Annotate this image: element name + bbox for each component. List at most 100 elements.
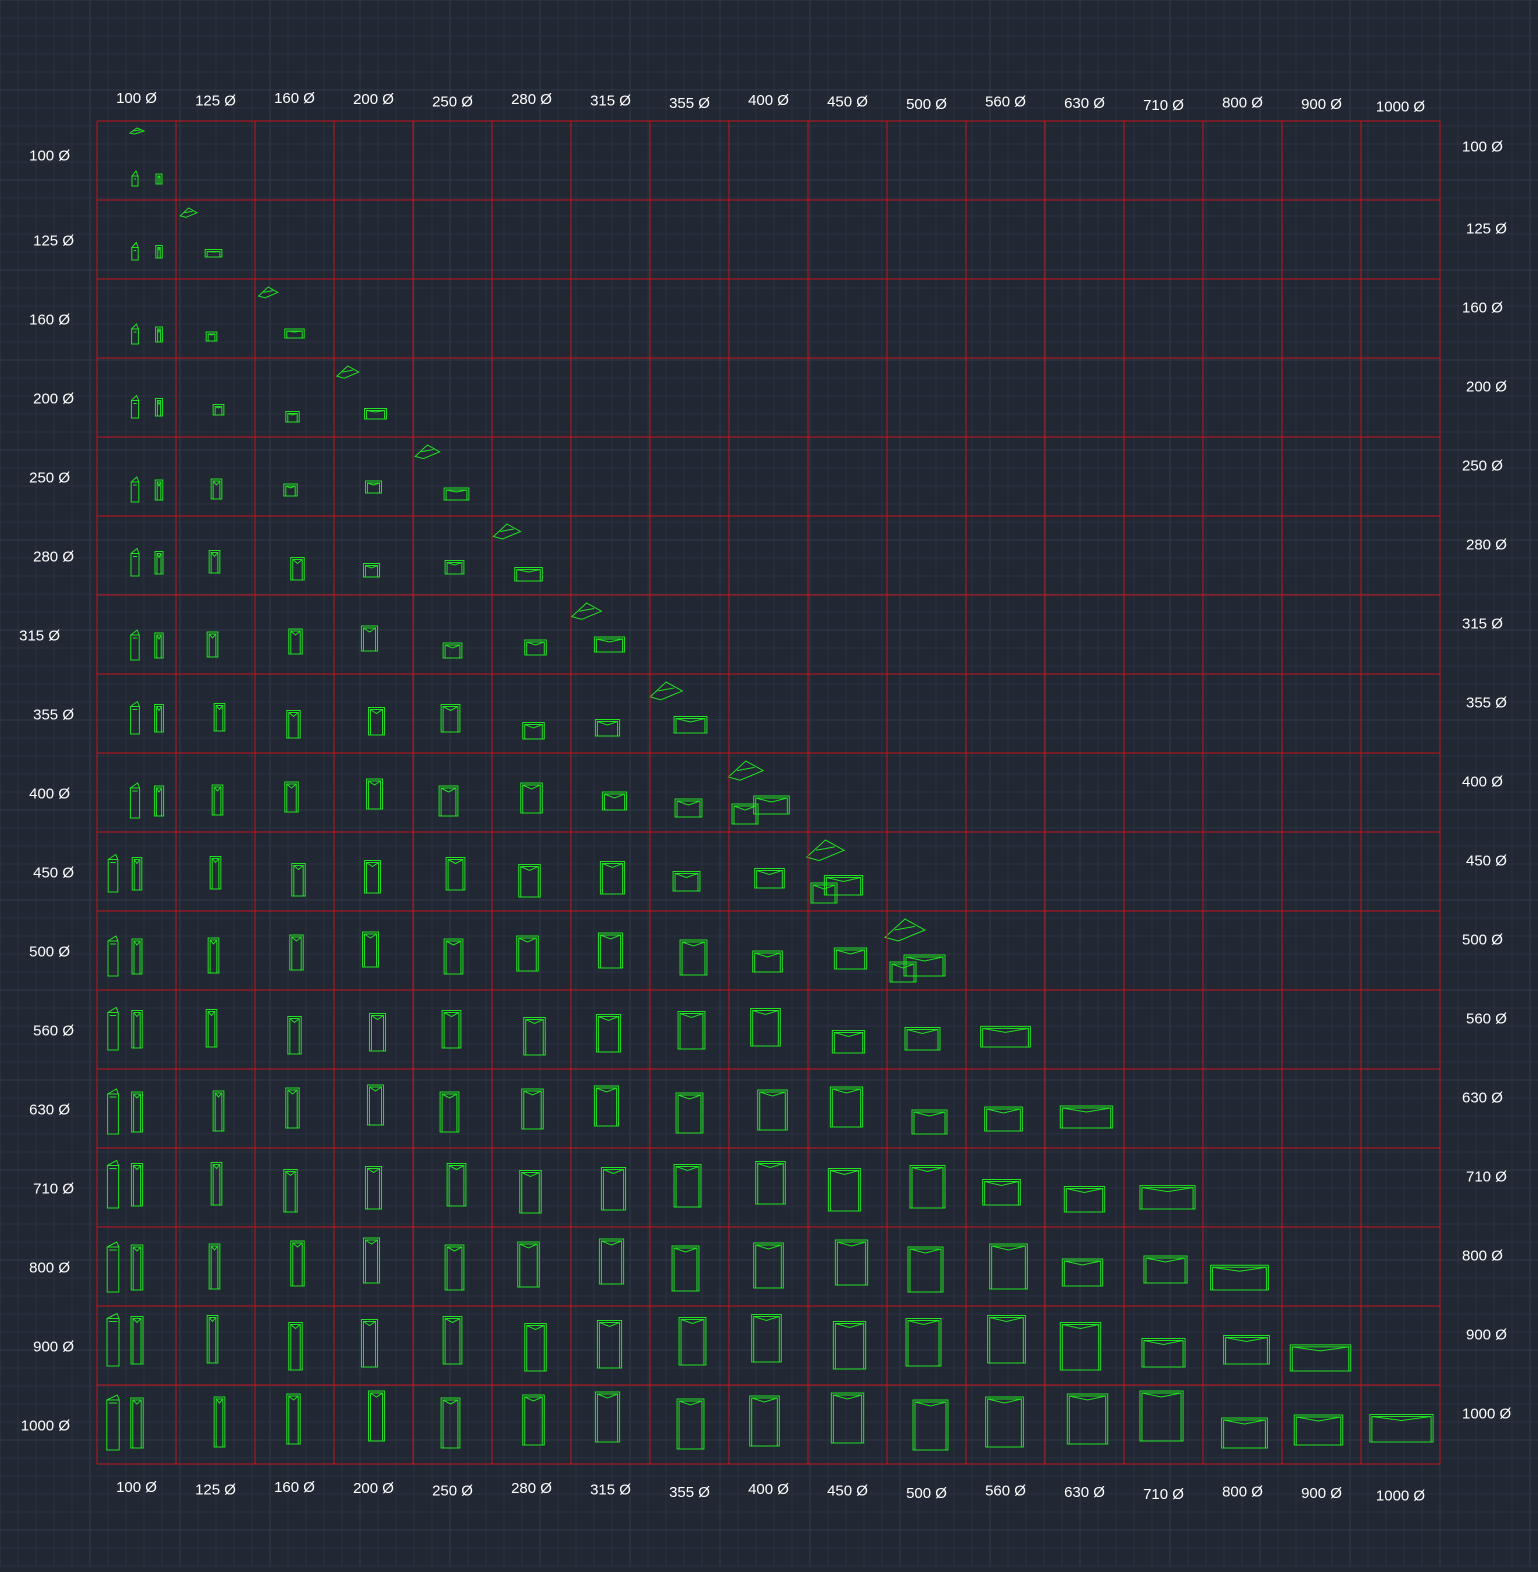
fitting-body [597,932,624,969]
fitting-inner [369,1392,384,1442]
fitting-body [830,1392,865,1444]
wye-symbol [833,947,868,970]
fitting-branch [287,1089,298,1095]
fitting-branch [525,1019,544,1025]
fitting-inner [292,1242,303,1287]
fitting-branch [213,786,222,792]
fitting-branch [1225,1337,1268,1343]
wye-symbol [443,487,470,501]
column-label-bottom: 280 Ø [511,1480,552,1497]
row-label-right: 100 Ø [1462,139,1503,156]
fitting-branch [156,553,162,559]
fitting-branch [133,1165,141,1171]
wye-symbol [517,1241,540,1288]
fitting-inner [986,1108,1021,1132]
fitting-inner [364,565,379,578]
row-label-left: 100 Ø [29,148,70,165]
wye-symbol [594,719,621,737]
fitting-branch [363,1321,376,1327]
fitting-inner [445,940,462,975]
wye-symbol [675,1092,704,1134]
fitting-inner [521,1172,540,1214]
fitting-body [1139,1390,1184,1442]
fitting-inner [133,940,141,975]
wye-symbol [1066,1393,1109,1445]
tee-symbol [130,476,140,503]
fitting-branch [288,1395,299,1401]
fitting-reducer-line [894,925,916,931]
wye-symbol [755,1161,786,1205]
tee-symbol [130,700,140,735]
fitting-body [106,1165,120,1209]
fitting-body [911,1109,948,1135]
fitting-branch [446,1246,463,1252]
fitting-branch [596,1087,617,1093]
fitting-inner [1061,1107,1112,1129]
wye-symbol [288,628,303,655]
fitting-branch [1069,1395,1106,1401]
column-label-top: 630 Ø [1064,95,1105,112]
fitting-branch [210,1245,219,1251]
wye-symbol [363,860,382,894]
wye-symbol [290,1240,305,1287]
fitting-reducer-line [737,766,755,772]
reducer-symbol [805,839,846,862]
fitting-inner [677,1094,702,1134]
wye-symbol [212,1090,225,1132]
fitting-inner [132,1399,142,1449]
duct-fitting-matrix: 100 Ø 125 Ø 160 Ø 200 Ø 250 Ø 280 Ø 315 Ø 355 Ø… [0,0,1538,1567]
fitting-inner [448,1165,465,1207]
wye-symbol [597,932,624,969]
fitting-reducer-line [342,369,354,373]
wye-symbol [753,795,790,815]
fitting-branch [676,800,701,806]
fitting-branch [210,552,219,558]
column-label-bottom: 315 Ø [590,1481,631,1498]
fitting-inner [210,552,219,574]
fitting-inner [891,963,915,983]
fitting-branch [291,936,302,942]
fitting-inner [368,1086,383,1126]
fitting-branch [1296,1416,1341,1422]
fitting-body [524,1323,547,1372]
fitting-inner [362,1321,377,1368]
tee-symbol [106,1312,120,1367]
column-label-top: 200 Ø [353,91,394,108]
column-label-top: 250 Ø [432,94,473,111]
row-label-right: 315 Ø [1462,616,1503,633]
row-label-left: 250 Ø [29,470,70,487]
column-label-top: 560 Ø [985,93,1026,110]
reducer-symbol [128,127,146,135]
wye-symbol [367,707,386,736]
fitting-branch [288,712,299,718]
tee-symbol [130,547,140,577]
reducer-symbol [883,918,927,942]
wye-symbol [831,1030,866,1054]
tee-symbol [107,853,119,893]
fitting-inner [289,1018,300,1055]
row-label-left: 315 Ø [19,628,60,645]
fitting-branch [133,1012,141,1018]
wye-symbol [212,404,225,416]
reducer-symbol [492,523,522,540]
fitting-branch [757,1163,784,1169]
fitting-inner [525,1019,544,1056]
wye-symbol [519,1170,542,1214]
fitting-branch [133,1093,141,1099]
wye-symbol [671,1245,700,1292]
row-label-left: 500 Ø [29,944,70,961]
wye-symbol [523,1017,546,1056]
wye-symbol [672,871,701,892]
wye-symbol [205,1009,218,1048]
fitting-tap [130,782,141,789]
column-label-bottom: 1000 Ø [1376,1487,1426,1504]
row-label-left: 1000 Ø [21,1418,71,1435]
fitting-branch [835,1323,864,1329]
fitting-branch [518,937,537,943]
wye-symbol [832,1321,867,1370]
fitting-inner [156,481,162,501]
row-label-right: 800 Ø [1462,1248,1503,1265]
fitting-branch [830,1170,859,1176]
wye-symbol [208,550,221,574]
fitting-inner [599,934,622,969]
